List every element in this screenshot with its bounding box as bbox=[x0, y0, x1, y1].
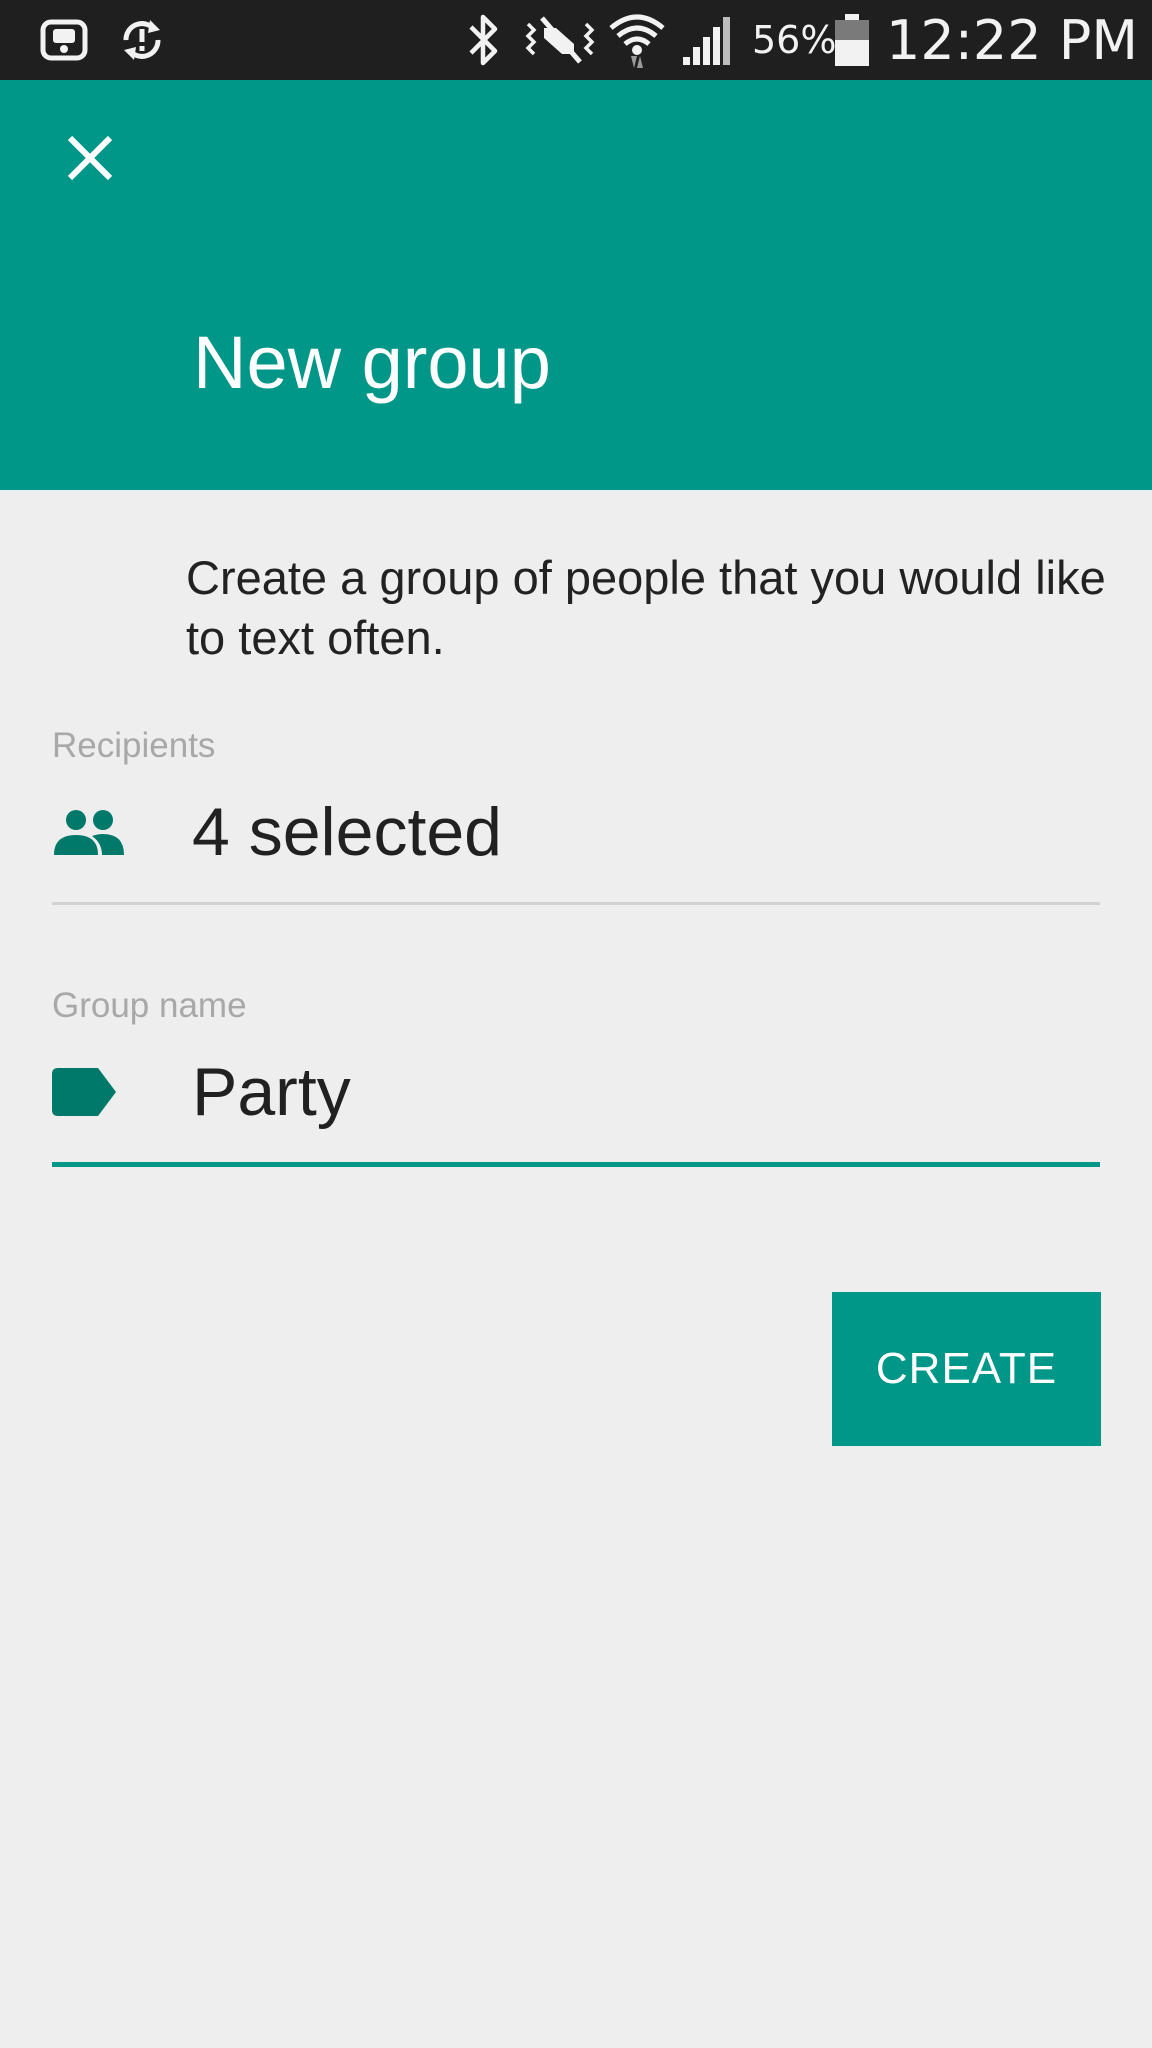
group-name-underline bbox=[52, 1162, 1100, 1167]
page-title: New group bbox=[193, 321, 551, 404]
battery-icon bbox=[830, 0, 874, 80]
recipients-divider bbox=[52, 902, 1100, 905]
screenshot-icon bbox=[34, 0, 94, 80]
people-icon bbox=[52, 772, 192, 892]
recipients-value: 4 selected bbox=[192, 794, 502, 870]
group-name-field bbox=[52, 1032, 1100, 1152]
group-name-label: Group name bbox=[52, 986, 247, 1025]
app-header bbox=[0, 80, 1152, 490]
cellular-signal-icon bbox=[680, 0, 736, 80]
group-name-input[interactable] bbox=[192, 1047, 1072, 1137]
close-icon bbox=[67, 135, 113, 181]
battery-percent: 56% bbox=[752, 18, 837, 62]
recipients-field[interactable]: 4 selected bbox=[52, 772, 1100, 892]
create-button[interactable]: CREATE bbox=[832, 1292, 1101, 1446]
close-button[interactable] bbox=[50, 118, 130, 198]
bluetooth-icon bbox=[460, 0, 508, 80]
recipients-label: Recipients bbox=[52, 726, 216, 765]
description-text: Create a group of people that you would … bbox=[186, 551, 1106, 664]
status-time: 12:22 PM bbox=[886, 8, 1138, 72]
wifi-icon bbox=[604, 0, 670, 80]
label-tag-icon bbox=[52, 1032, 192, 1152]
vibrate-icon bbox=[520, 0, 600, 80]
sync-alert-icon bbox=[112, 0, 172, 80]
status-bar: 56% 12:22 PM bbox=[0, 0, 1152, 80]
